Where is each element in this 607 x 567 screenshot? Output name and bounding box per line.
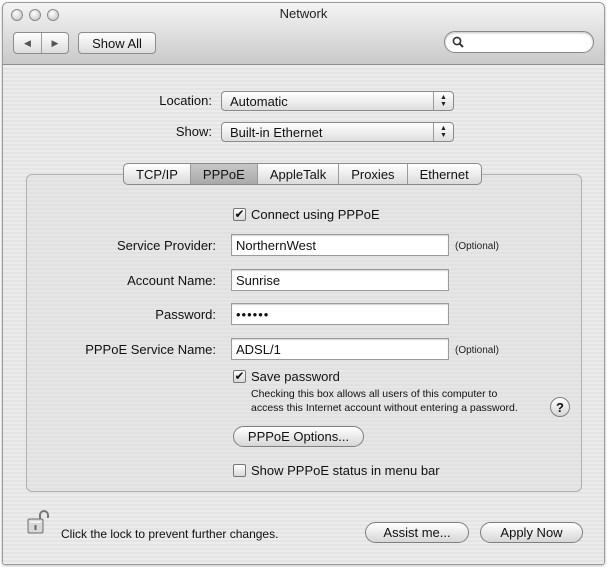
password-label: Password: — [155, 307, 216, 322]
tab-tcpip[interactable]: TCP/IP — [124, 164, 190, 184]
account-name-label: Account Name: — [127, 273, 216, 288]
service-provider-field[interactable]: NorthernWest — [231, 234, 449, 256]
tab-pppoe[interactable]: PPPoE — [189, 164, 257, 184]
lock-status-text: Click the lock to prevent further change… — [61, 527, 279, 541]
window-title: Network — [279, 6, 328, 21]
show-value: Built-in Ethernet — [230, 124, 323, 140]
pppoe-options-button[interactable]: PPPoE Options... — [233, 426, 364, 447]
tab-proxies[interactable]: Proxies — [338, 164, 406, 184]
save-password-checkbox[interactable]: ✔ — [233, 370, 246, 383]
preferences-pane: Location: Automatic ▲ ▼ Show: Built-in Et… — [3, 66, 604, 564]
network-preferences-window: Network ◀ ▶ Show All Location: Automatic… — [2, 2, 605, 565]
chevron-updown-icon: ▲ ▼ — [433, 123, 453, 141]
service-provider-hint: (Optional) — [455, 241, 499, 252]
checkmark-icon: ✔ — [234, 369, 245, 383]
title-bar: Network ◀ ▶ Show All — [3, 3, 604, 65]
service-name-field[interactable]: ADSL/1 — [231, 338, 449, 360]
connect-pppoe-label: Connect using PPPoE — [251, 207, 380, 222]
service-provider-label: Service Provider: — [117, 238, 216, 253]
back-button[interactable]: ◀ — [14, 33, 41, 53]
search-icon — [452, 36, 464, 48]
back-forward-control: ◀ ▶ — [13, 32, 69, 54]
tab-ethernet[interactable]: Ethernet — [406, 164, 481, 184]
checkmark-icon: ✔ — [234, 207, 245, 221]
chevron-updown-icon: ▲ ▼ — [433, 92, 453, 110]
assist-me-button[interactable]: Assist me... — [365, 522, 469, 543]
save-password-note-line1: Checking this box allows all users of th… — [251, 388, 498, 400]
apply-now-button[interactable]: Apply Now — [480, 522, 583, 543]
forward-button[interactable]: ▶ — [41, 33, 68, 53]
search-field[interactable] — [444, 31, 594, 53]
location-popup[interactable]: Automatic ▲ ▼ — [221, 91, 454, 111]
location-label: Location: — [159, 93, 212, 108]
account-name-field[interactable]: Sunrise — [231, 269, 449, 291]
service-name-hint: (Optional) — [455, 345, 499, 356]
location-value: Automatic — [230, 93, 288, 109]
show-popup[interactable]: Built-in Ethernet ▲ ▼ — [221, 122, 454, 142]
service-name-label: PPPoE Service Name: — [85, 342, 216, 357]
help-button[interactable]: ? — [550, 397, 570, 417]
show-label: Show: — [175, 124, 212, 139]
unlocked-padlock-icon[interactable] — [27, 509, 49, 535]
connect-pppoe-checkbox[interactable]: ✔ — [233, 208, 246, 221]
tab-appletalk[interactable]: AppleTalk — [256, 164, 338, 184]
save-password-note-line2: access this Internet account without ent… — [251, 402, 518, 414]
show-status-checkbox[interactable] — [233, 464, 246, 477]
tab-bar: TCP/IP PPPoE AppleTalk Proxies Ethernet — [123, 163, 482, 185]
show-status-label: Show PPPoE status in menu bar — [251, 463, 440, 478]
show-all-button[interactable]: Show All — [78, 32, 156, 54]
password-field[interactable]: •••••• — [231, 303, 449, 325]
save-password-label: Save password — [251, 369, 340, 384]
